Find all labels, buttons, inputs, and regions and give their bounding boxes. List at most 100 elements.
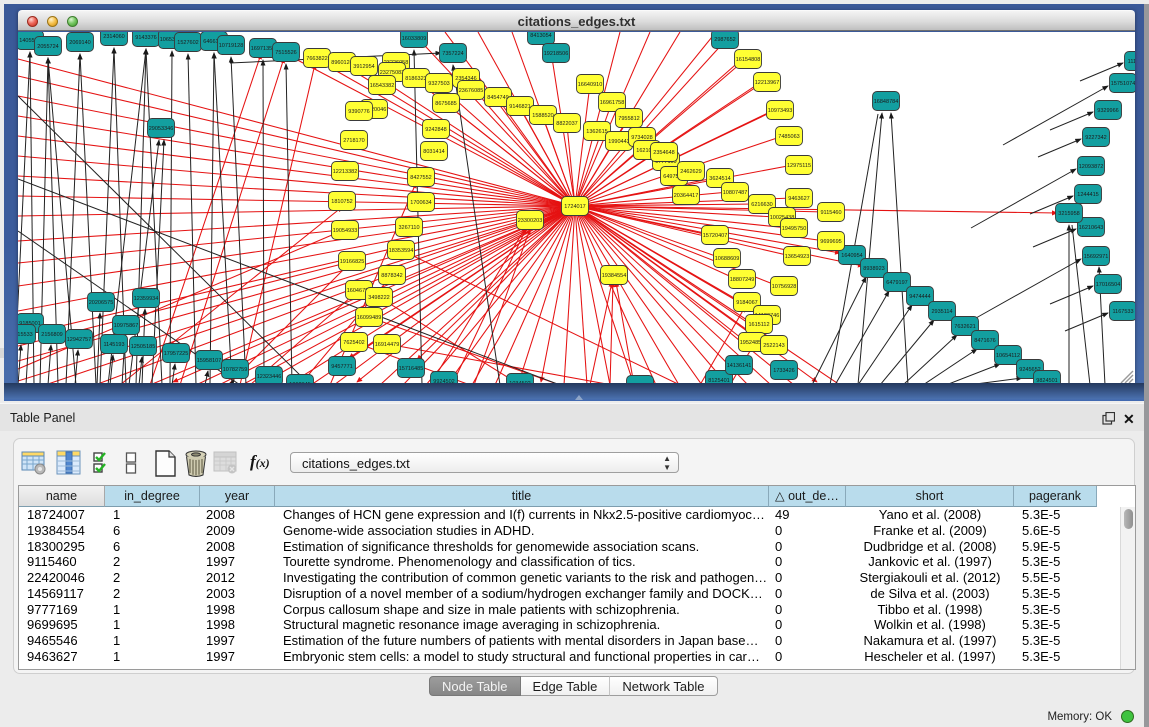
svg-text:3267110: 3267110 xyxy=(398,225,419,231)
svg-text:9463627: 9463627 xyxy=(788,196,809,202)
svg-text:8454749: 8454749 xyxy=(487,95,508,101)
svg-text:16971358: 16971358 xyxy=(251,46,276,52)
svg-text:16099489: 16099489 xyxy=(357,315,382,321)
svg-text:19166825: 19166825 xyxy=(340,259,365,265)
svg-text:15720407: 15720407 xyxy=(703,233,728,239)
svg-text:1810752: 1810752 xyxy=(331,199,352,205)
svg-text:2314060: 2314060 xyxy=(103,34,124,40)
svg-text:8960124: 8960124 xyxy=(331,60,352,66)
svg-text:8031414: 8031414 xyxy=(423,149,444,155)
svg-text:29053346: 29053346 xyxy=(149,126,174,132)
svg-text:1724017: 1724017 xyxy=(564,204,585,210)
svg-text:1362615: 1362615 xyxy=(586,129,607,135)
svg-text:8471676: 8471676 xyxy=(974,338,995,344)
svg-text:10654112: 10654112 xyxy=(996,353,1020,359)
svg-text:15716485: 15716485 xyxy=(399,366,424,372)
svg-text:3912954: 3912954 xyxy=(353,64,374,70)
svg-text:2354648: 2354648 xyxy=(653,150,674,156)
svg-text:8427552: 8427552 xyxy=(410,175,431,181)
svg-text:12942757: 12942757 xyxy=(67,337,92,343)
svg-text:10756928: 10756928 xyxy=(772,284,797,290)
svg-text:8413054: 8413054 xyxy=(530,33,551,39)
svg-text:19384554: 19384554 xyxy=(602,273,627,279)
svg-text:16154808: 16154808 xyxy=(736,57,761,63)
svg-text:2718170: 2718170 xyxy=(343,138,364,144)
svg-text:15692971: 15692971 xyxy=(1084,254,1109,260)
svg-text:12505185: 12505185 xyxy=(131,344,156,350)
svg-text:8822037: 8822037 xyxy=(556,121,577,127)
svg-text:1990443: 1990443 xyxy=(608,139,629,145)
svg-text:2156809: 2156809 xyxy=(41,332,62,338)
svg-text:2069140: 2069140 xyxy=(69,40,90,46)
svg-text:14136141: 14136141 xyxy=(727,363,752,369)
svg-text:18353594: 18353594 xyxy=(389,248,414,254)
svg-text:9146821: 9146821 xyxy=(509,104,530,110)
svg-text:9457771: 9457771 xyxy=(331,364,352,370)
svg-text:16543382: 16543382 xyxy=(370,83,395,89)
svg-text:15751074: 15751074 xyxy=(1111,81,1135,87)
svg-text:1244415: 1244415 xyxy=(1077,192,1098,198)
svg-text:10807487: 10807487 xyxy=(723,190,748,196)
svg-text:6216630: 6216630 xyxy=(751,202,772,208)
svg-text:23676085: 23676085 xyxy=(459,88,484,94)
svg-text:10782759: 10782759 xyxy=(223,367,248,373)
svg-text:12213382: 12213382 xyxy=(333,169,358,175)
svg-text:9227342: 9227342 xyxy=(1085,135,1106,141)
svg-text:1733426: 1733426 xyxy=(773,368,794,374)
svg-text:10688609: 10688609 xyxy=(715,256,740,262)
svg-text:9242848: 9242848 xyxy=(425,127,446,133)
svg-text:6479197: 6479197 xyxy=(886,280,907,286)
svg-text:12323446: 12323446 xyxy=(257,374,282,380)
svg-text:7485063: 7485063 xyxy=(778,134,799,140)
svg-text:16848784: 16848784 xyxy=(874,99,899,105)
svg-text:3215958: 3215958 xyxy=(1058,211,1079,217)
svg-text:1112804: 1112804 xyxy=(1128,59,1135,65)
svg-text:7955812: 7955812 xyxy=(618,116,639,122)
svg-text:2935114: 2935114 xyxy=(931,309,952,315)
svg-text:16961758: 16961758 xyxy=(600,100,625,106)
svg-text:1640954: 1640954 xyxy=(841,253,862,259)
svg-text:9115460: 9115460 xyxy=(820,210,841,216)
svg-text:15958107: 15958107 xyxy=(197,358,222,364)
svg-text:1145193: 1145193 xyxy=(103,342,124,348)
svg-text:1700634: 1700634 xyxy=(410,200,431,206)
svg-text:10719128: 10719128 xyxy=(219,43,244,49)
svg-text:16210643: 16210643 xyxy=(1079,225,1104,231)
svg-text:3624514: 3624514 xyxy=(709,176,730,182)
svg-text:10975867: 10975867 xyxy=(114,323,139,329)
svg-text:13654923: 13654923 xyxy=(785,254,810,260)
svg-text:1588520: 1588520 xyxy=(532,113,553,119)
svg-text:23300203: 23300203 xyxy=(518,218,543,224)
svg-text:2462629: 2462629 xyxy=(680,169,701,175)
svg-text:12359934: 12359934 xyxy=(134,296,159,302)
svg-text:19054933: 19054933 xyxy=(333,228,358,234)
svg-text:3915533: 3915533 xyxy=(18,332,33,338)
svg-text:2522143: 2522143 xyxy=(763,343,784,349)
svg-text:9327503: 9327503 xyxy=(428,81,449,87)
svg-text:8878342: 8878342 xyxy=(381,273,402,279)
svg-text:3498222: 3498222 xyxy=(368,295,389,301)
svg-text:7625402: 7625402 xyxy=(343,340,364,346)
svg-text:9390776: 9390776 xyxy=(348,109,369,115)
svg-text:9143376: 9143376 xyxy=(135,35,156,41)
svg-text:20206575: 20206575 xyxy=(89,300,114,306)
svg-text:18807249: 18807249 xyxy=(730,277,755,283)
svg-text:2055724: 2055724 xyxy=(37,44,58,50)
svg-text:19218506: 19218506 xyxy=(544,51,569,57)
svg-text:2987652: 2987652 xyxy=(714,37,735,43)
svg-text:8186323: 8186323 xyxy=(405,76,426,82)
svg-text:20364417: 20364417 xyxy=(674,193,699,199)
svg-text:9699695: 9699695 xyxy=(820,239,841,245)
svg-text:8675685: 8675685 xyxy=(435,101,456,107)
svg-text:7663822: 7663822 xyxy=(306,56,327,62)
svg-text:16914479: 16914479 xyxy=(375,342,400,348)
svg-text:10973493: 10973493 xyxy=(768,108,793,114)
svg-text:12975115: 12975115 xyxy=(787,163,811,169)
svg-text:12093872: 12093872 xyxy=(1079,164,1104,170)
svg-text:9184067: 9184067 xyxy=(736,300,757,306)
svg-text:1527602: 1527602 xyxy=(177,40,198,46)
svg-text:1167533: 1167533 xyxy=(1112,309,1133,315)
svg-text:7357224: 7357224 xyxy=(442,51,463,57)
svg-text:17016504: 17016504 xyxy=(1096,282,1121,288)
svg-text:16033809: 16033809 xyxy=(402,36,427,42)
